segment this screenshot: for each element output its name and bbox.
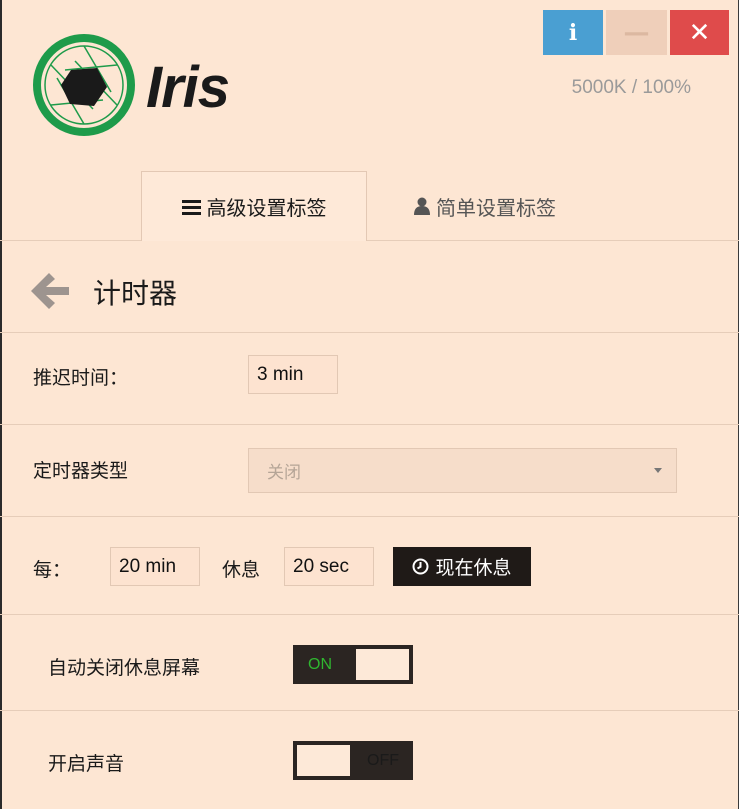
- page-title: 计时器: [93, 277, 178, 310]
- break-now-button[interactable]: 现在休息: [393, 547, 531, 586]
- tab-label: 高级设置标签: [206, 196, 327, 220]
- break-now-label: 现在休息: [435, 557, 512, 579]
- rest-label: 休息: [222, 559, 261, 581]
- user-icon: [414, 197, 430, 215]
- toggle-knob: [297, 745, 350, 776]
- close-button[interactable]: ✕: [670, 10, 729, 55]
- delay-label: 推迟时间：: [33, 367, 129, 389]
- break-duration-input[interactable]: 20 sec: [284, 547, 374, 586]
- info-button[interactable]: i: [543, 10, 603, 55]
- sound-toggle[interactable]: OFF: [293, 741, 413, 780]
- sound-label: 开启声音: [48, 753, 125, 775]
- toggle-state: OFF: [367, 751, 399, 769]
- tab-advanced-settings[interactable]: 高级设置标签: [141, 171, 367, 241]
- clock-icon: [412, 558, 429, 575]
- tab-label: 简单设置标签: [436, 195, 556, 220]
- menu-icon: [181, 199, 201, 215]
- auto-close-label: 自动关闭休息屏幕: [48, 657, 201, 679]
- toggle-knob: [356, 649, 409, 680]
- color-temperature-status: 5000K / 100%: [571, 77, 691, 98]
- break-interval-input[interactable]: 20 min: [110, 547, 200, 586]
- delay-input[interactable]: 3 min: [248, 355, 338, 394]
- app-logo-text: Iris: [146, 55, 230, 120]
- arrow-left-icon[interactable]: [31, 273, 71, 309]
- timer-type-label: 定时器类型: [33, 460, 129, 482]
- minimize-button[interactable]: —: [606, 10, 667, 55]
- chevron-down-icon: [654, 468, 662, 473]
- every-label: 每：: [33, 559, 72, 581]
- toggle-state: ON: [308, 655, 332, 673]
- tab-simple-settings[interactable]: 简单设置标签: [390, 171, 580, 241]
- timer-type-select[interactable]: 关闭: [248, 448, 677, 493]
- auto-close-toggle[interactable]: ON: [293, 645, 413, 684]
- iris-logo-icon: [33, 34, 135, 136]
- timer-type-value: 关闭: [267, 463, 301, 483]
